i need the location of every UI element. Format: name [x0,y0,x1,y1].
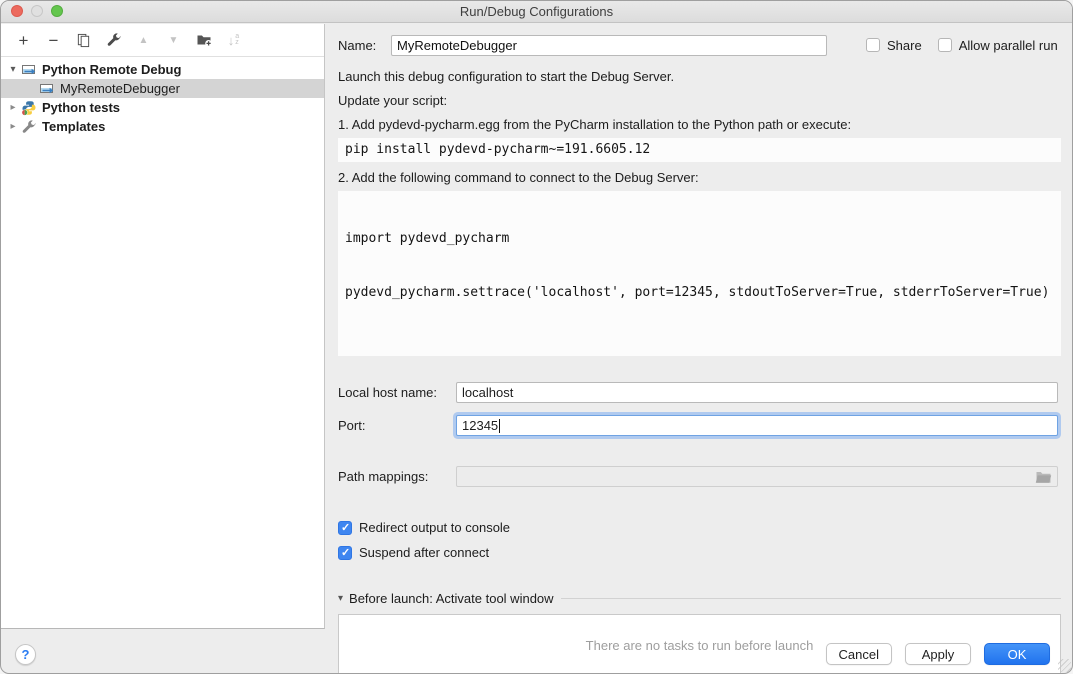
folder-icon[interactable] [1035,470,1052,487]
local-host-row: Local host name: localhost [338,382,1061,403]
port-value: 12345 [462,418,498,433]
add-configuration-button[interactable]: + [15,32,32,49]
collapsed-chevron-icon[interactable]: ▸ [7,121,19,132]
titlebar: Run/Debug Configurations [1,1,1072,23]
edit-defaults-button[interactable] [105,32,122,49]
path-mappings-input[interactable] [456,466,1058,487]
local-host-label: Local host name: [338,385,456,400]
configurations-tree-panel: + − ▲ ▼ ↓ az ▾ Pytho [1,24,325,629]
configuration-form: Name: Share Allow parallel run Launch th… [338,24,1061,674]
redirect-output-label: Redirect output to console [359,520,510,535]
port-row: Port: 12345 [338,415,1061,436]
pip-install-code: pip install pydevd-pycharm~=191.6605.12 [338,138,1061,162]
zoom-window-button[interactable] [51,5,63,17]
window-title: Run/Debug Configurations [1,1,1072,22]
wrench-icon [21,119,37,135]
port-label: Port: [338,418,456,433]
name-row: Name: Share Allow parallel run [338,34,1061,56]
copy-configuration-button[interactable] [75,32,92,49]
tree-item-templates[interactable]: ▸ Templates [1,117,324,136]
tree-item-python-remote-debug[interactable]: ▾ Python Remote Debug [1,60,324,79]
dialog-buttons: Cancel Apply OK [826,643,1050,665]
suspend-after-connect-row: Suspend after connect [338,545,1061,560]
apply-button[interactable]: Apply [905,643,971,665]
python-tests-icon [21,100,37,116]
move-up-button[interactable]: ▲ [135,32,152,49]
settrace-code: import pydevd_pycharm pydevd_pycharm.set… [338,191,1061,356]
name-input[interactable] [391,35,827,56]
allow-parallel-group: Allow parallel run [938,38,1058,53]
cancel-button[interactable]: Cancel [826,643,892,665]
allow-parallel-run-checkbox[interactable] [938,38,952,52]
configurations-toolbar: + − ▲ ▼ ↓ az [1,24,324,57]
wrench-icon [106,32,122,48]
run-debug-configurations-dialog: Run/Debug Configurations + − ▲ ▼ ↓ az [0,0,1073,674]
settrace-code-line2: pydevd_pycharm.settrace('localhost', por… [345,284,1054,302]
instruction-step2: 2. Add the following command to connect … [338,169,1061,186]
close-window-button[interactable] [11,5,23,17]
collapsed-chevron-icon[interactable]: ▸ [7,102,19,113]
tree-item-myremotedebugger[interactable]: MyRemoteDebugger [1,79,324,98]
instruction-intro: Launch this debug configuration to start… [338,68,1061,85]
empty-tasks-text: There are no tasks to run before launch [586,638,814,653]
before-launch-section-header[interactable]: ▾ Before launch: Activate tool window [338,591,1061,606]
port-input[interactable]: 12345 [456,415,1058,436]
sort-az-letters: az [235,34,239,46]
text-caret [499,419,500,433]
allow-parallel-run-label: Allow parallel run [959,38,1058,53]
suspend-after-connect-label: Suspend after connect [359,545,489,560]
remote-debug-icon [21,62,37,78]
instruction-update: Update your script: [338,92,1061,109]
expanded-chevron-icon[interactable]: ▾ [7,64,19,75]
move-down-button[interactable]: ▼ [165,32,182,49]
share-checkbox[interactable] [866,38,880,52]
copy-icon [76,33,91,48]
tree-item-label: Python Remote Debug [42,62,181,77]
help-button[interactable]: ? [15,644,36,665]
tree-item-label: MyRemoteDebugger [60,81,180,96]
sort-arrow-icon: ↓ [228,32,235,49]
separator-line [561,598,1061,599]
minimize-window-button[interactable] [31,5,43,17]
redirect-output-row: Redirect output to console [338,520,1061,535]
settrace-code-line1: import pydevd_pycharm [345,230,1054,248]
traffic-lights [11,5,63,17]
tree-item-label: Python tests [42,100,120,115]
local-host-input[interactable]: localhost [456,382,1058,403]
collapse-icon[interactable]: ▾ [338,593,343,604]
path-mappings-row: Path mappings: [338,466,1061,487]
share-label: Share [887,38,922,53]
sort-configurations-button[interactable]: ↓ az [225,32,242,49]
tree-item-python-tests[interactable]: ▸ Python tests [1,98,324,117]
name-label: Name: [338,38,391,53]
folder-plus-icon [196,32,212,48]
configurations-tree: ▾ Python Remote Debug MyRemoteDebugger ▸… [1,57,324,136]
before-launch-title: Before launch: Activate tool window [349,591,554,606]
remote-debug-icon [39,81,55,97]
local-host-value: localhost [462,385,513,400]
path-mappings-label: Path mappings: [338,469,456,484]
share-group: Share [866,38,922,53]
ok-button[interactable]: OK [984,643,1050,665]
new-folder-button[interactable] [195,32,212,49]
tree-item-label: Templates [42,119,105,134]
suspend-after-connect-checkbox[interactable] [338,546,352,560]
remove-configuration-button[interactable]: − [45,32,62,49]
redirect-output-checkbox[interactable] [338,521,352,535]
resize-grip[interactable] [1058,659,1071,672]
instruction-step1: 1. Add pydevd-pycharm.egg from the PyCha… [338,116,1061,133]
